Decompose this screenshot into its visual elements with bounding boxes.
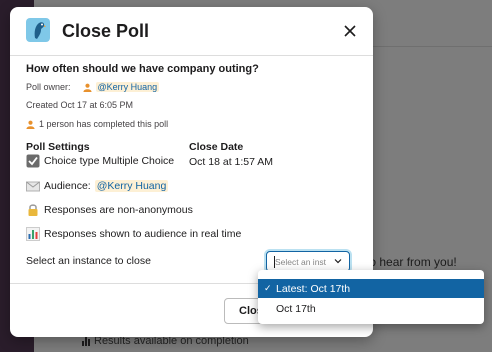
choice-type-row: Choice type Multiple Choice bbox=[26, 154, 174, 168]
poll-owner-label: Poll owner: bbox=[26, 82, 71, 92]
lock-icon bbox=[26, 203, 40, 217]
instance-select-placeholder: Select an inst bbox=[275, 256, 327, 267]
visibility-text: Responses shown to audience in real time bbox=[44, 228, 242, 240]
close-icon[interactable] bbox=[343, 24, 357, 38]
completed-row: 1 person has completed this poll bbox=[26, 119, 168, 129]
audience-mention[interactable]: @Kerry Huang bbox=[94, 180, 169, 192]
instance-dropdown-menu: ✓ Latest: Oct 17th Oct 17th bbox=[258, 270, 484, 324]
person-icon bbox=[26, 120, 35, 129]
audience-row: Audience: @Kerry Huang bbox=[26, 179, 169, 193]
bar-chart-icon bbox=[82, 336, 90, 346]
background-divider bbox=[372, 46, 492, 47]
header-divider bbox=[10, 55, 373, 56]
close-date-heading: Close Date bbox=[189, 141, 244, 153]
check-icon: ✓ bbox=[264, 283, 272, 293]
bar-chart-icon bbox=[26, 227, 40, 241]
created-row: Created Oct 17 at 6:05 PM bbox=[26, 100, 134, 110]
poll-settings-heading: Poll Settings bbox=[26, 141, 90, 153]
dropdown-option-latest[interactable]: ✓ Latest: Oct 17th bbox=[258, 279, 484, 298]
completed-text: 1 person has completed this poll bbox=[39, 119, 169, 129]
option-label: Oct 17th bbox=[276, 302, 316, 315]
modal-header: Close Poll bbox=[10, 7, 373, 55]
anonymity-text: Responses are non-anonymous bbox=[44, 204, 193, 216]
text-cursor bbox=[274, 256, 275, 268]
visibility-row: Responses shown to audience in real time bbox=[26, 227, 241, 241]
anonymity-row: Responses are non-anonymous bbox=[26, 203, 193, 217]
parrot-app-icon bbox=[26, 18, 50, 42]
checkbox-icon bbox=[26, 154, 40, 168]
chevron-down-icon bbox=[334, 257, 342, 265]
instance-select[interactable]: Select an inst bbox=[266, 251, 350, 272]
poll-owner-row: Poll owner: @Kerry Huang bbox=[26, 82, 160, 92]
envelope-icon bbox=[26, 179, 40, 193]
choice-type-text: Choice type Multiple Choice bbox=[44, 155, 175, 167]
audience-label: Audience: bbox=[44, 180, 91, 192]
close-date-value: Oct 18 at 1:57 AM bbox=[189, 156, 274, 168]
dropdown-option-oct17[interactable]: Oct 17th bbox=[258, 299, 484, 318]
poll-question: How often should we have company outing? bbox=[26, 63, 259, 75]
poll-owner-mention[interactable]: @Kerry Huang bbox=[95, 82, 160, 92]
modal-title: Close Poll bbox=[62, 21, 150, 41]
person-icon bbox=[82, 83, 92, 92]
instance-label: Select an instance to close bbox=[26, 255, 151, 267]
option-label: Latest: Oct 17th bbox=[276, 282, 351, 295]
